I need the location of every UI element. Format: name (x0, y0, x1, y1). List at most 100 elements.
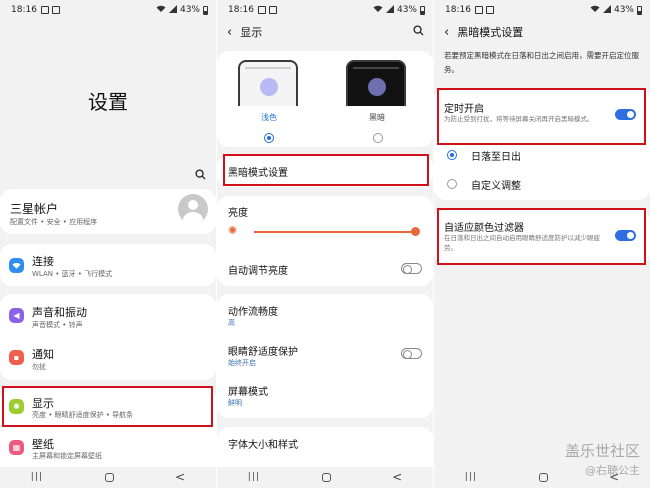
custom-schedule-radio[interactable] (447, 179, 457, 189)
display-panel: 18:16 43% ‹ 显示 浅色 黑暗 黑暗模式设置 亮度 自动调节亮度 ✺ … (217, 0, 433, 488)
page-title: 黑暗模式设置 (457, 26, 524, 39)
light-mode-preview[interactable] (238, 60, 298, 106)
brightness-slider-track[interactable] (254, 231, 416, 233)
display-options-card: 动作流畅度 高 眼睛舒适度保护 始终开启 屏幕模式 鲜明 (217, 294, 433, 418)
motion-smoothness-label[interactable]: 动作流畅度 (228, 303, 278, 318)
account-card[interactable]: 三星帐户 配置文件 • 安全 • 应用程序 (0, 189, 216, 234)
header: ‹ 显示 (217, 22, 433, 42)
settings-item-notifications[interactable]: ▪ 通知 勿扰 (0, 337, 216, 380)
battery-percent: 43% (179, 5, 200, 15)
font-card[interactable]: 字体大小和样式 (217, 427, 433, 467)
connections-card: 连接 WLAN • 蓝牙 • 飞行模式 (0, 244, 216, 286)
adaptive-brightness-label: 自动调节亮度 (228, 266, 288, 277)
account-subtitle: 配置文件 • 安全 • 应用程序 (10, 218, 98, 226)
location-note: 若要预定黑暗模式在日落和日出之间启用，需要开启定位服务。 (444, 51, 639, 74)
item-subtitle: 勿扰 (32, 363, 46, 371)
wifi-icon (9, 258, 24, 273)
item-subtitle: 主屏幕和锁定屏幕壁纸 (32, 452, 102, 460)
wifi-icon (373, 5, 383, 16)
dark-mode-radio[interactable] (373, 133, 383, 143)
status-bar: 18:16 43% (434, 0, 650, 20)
back-button[interactable]: < (609, 470, 619, 484)
gallery-icon (51, 6, 60, 14)
search-icon[interactable] (413, 25, 424, 39)
battery-percent: 43% (396, 5, 417, 15)
signal-icon (602, 4, 611, 16)
wifi-icon (156, 5, 166, 16)
brightness-sun-icon: ✺ (228, 224, 238, 237)
status-bar: 18:16 43% (0, 0, 216, 20)
scheduled-toggle[interactable] (615, 109, 636, 120)
item-title: 通知 (32, 348, 54, 361)
brightness-label: 亮度 (228, 208, 248, 219)
back-arrow-icon[interactable]: ‹ (444, 25, 449, 40)
status-time: 18:16 (11, 5, 37, 15)
item-subtitle: 亮度 • 眼睛舒适度保护 • 导航条 (32, 411, 134, 419)
adaptive-filter-title: 自适应颜色过滤器 (444, 223, 524, 234)
screen-mode-value: 鲜明 (228, 399, 242, 407)
notification-icon (257, 6, 266, 14)
dark-mode-label: 黑暗 (369, 113, 385, 122)
sunset-to-sunrise-label[interactable]: 日落至日出 (471, 148, 521, 163)
sound-notify-card: ◀ 声音和振动 声音模式 • 铃声 ▪ 通知 勿扰 (0, 294, 216, 380)
screen-mode-label[interactable]: 屏幕模式 (228, 383, 268, 398)
brightness-slider-handle[interactable] (411, 227, 420, 236)
adaptive-brightness-toggle[interactable] (401, 263, 422, 274)
brightness-card: 亮度 自动调节亮度 (217, 196, 433, 286)
dark-mode-preview[interactable] (346, 60, 406, 106)
nav-bar: ||| < (217, 466, 433, 488)
gallery-icon (485, 6, 494, 14)
page-title: 设置 (88, 90, 128, 114)
font-size-style-label: 字体大小和样式 (228, 440, 298, 451)
status-bar: 18:16 43% (217, 0, 433, 20)
settings-panel: 18:16 43% 设置 三星帐户 配置文件 • 安全 • 应用程序 连接 WL… (0, 0, 216, 488)
battery-icon (420, 5, 425, 15)
battery-icon (637, 5, 642, 15)
avatar[interactable] (178, 194, 208, 224)
dark-mode-settings-label: 黑暗模式设置 (228, 168, 288, 179)
nav-bar: ||| < (0, 466, 216, 488)
nav-bar: ||| < (434, 466, 650, 488)
settings-item-display[interactable]: ✺ 显示 亮度 • 眼睛舒适度保护 • 导航条 (0, 387, 216, 427)
settings-item-connections[interactable]: 连接 WLAN • 蓝牙 • 飞行模式 (0, 244, 216, 286)
back-button[interactable]: < (392, 470, 402, 484)
item-subtitle: 声音模式 • 铃声 (32, 321, 83, 329)
home-button[interactable] (538, 472, 548, 482)
search-icon[interactable] (195, 165, 206, 184)
signal-icon (168, 4, 177, 16)
home-button[interactable] (104, 472, 114, 482)
dark-mode-settings-row[interactable]: 黑暗模式设置 (217, 155, 433, 187)
schedule-card: 定时开启 为防止受到打扰，将等待屏幕关闭再开启黑暗模式。 日落至日出 自定义调整 (434, 88, 650, 200)
sunset-radio[interactable] (447, 150, 457, 160)
notification-icon (474, 6, 483, 14)
watermark-title: 盖乐世社区 (564, 442, 640, 460)
scheduled-subtitle: 为防止受到打扰，将等待屏幕关闭再开启黑暗模式。 (444, 115, 594, 123)
status-time: 18:16 (445, 5, 471, 15)
page-title: 显示 (240, 26, 263, 39)
custom-schedule-label[interactable]: 自定义调整 (471, 177, 521, 192)
settings-item-sound[interactable]: ◀ 声音和振动 声音模式 • 铃声 (0, 294, 216, 337)
dark-mode-panel: 18:16 43% ‹ 黑暗模式设置 若要预定黑暗模式在日落和日出之间启用，需要… (434, 0, 650, 488)
light-mode-label: 浅色 (261, 113, 277, 122)
status-time: 18:16 (228, 5, 254, 15)
back-button[interactable]: < (175, 470, 185, 484)
recent-apps-button[interactable]: ||| (31, 472, 43, 482)
notification-icon (40, 6, 49, 14)
eye-comfort-label[interactable]: 眼睛舒适度保护 (228, 343, 298, 358)
light-mode-radio[interactable] (264, 133, 274, 143)
eye-comfort-toggle[interactable] (401, 348, 422, 359)
gallery-icon (268, 6, 277, 14)
adaptive-filter-card: 自适应颜色过滤器 在日落和日出之间自动启用眼睛舒适度防护以减少眼疲劳。 (434, 209, 650, 264)
back-arrow-icon[interactable]: ‹ (227, 25, 232, 40)
adaptive-filter-subtitle: 在日落和日出之间自动启用眼睛舒适度防护以减少眼疲劳。 (444, 234, 600, 252)
adaptive-filter-toggle[interactable] (615, 230, 636, 241)
motion-smoothness-value: 高 (228, 319, 235, 327)
notification-icon: ▪ (9, 350, 24, 365)
item-subtitle: WLAN • 蓝牙 • 飞行模式 (32, 270, 113, 278)
battery-percent: 43% (613, 5, 634, 15)
theme-card (217, 51, 433, 147)
home-button[interactable] (321, 472, 331, 482)
settings-item-wallpaper[interactable]: ▦ 壁纸 主屏幕和锁定屏幕壁纸 (0, 429, 216, 469)
recent-apps-button[interactable]: ||| (465, 472, 477, 482)
recent-apps-button[interactable]: ||| (248, 472, 260, 482)
